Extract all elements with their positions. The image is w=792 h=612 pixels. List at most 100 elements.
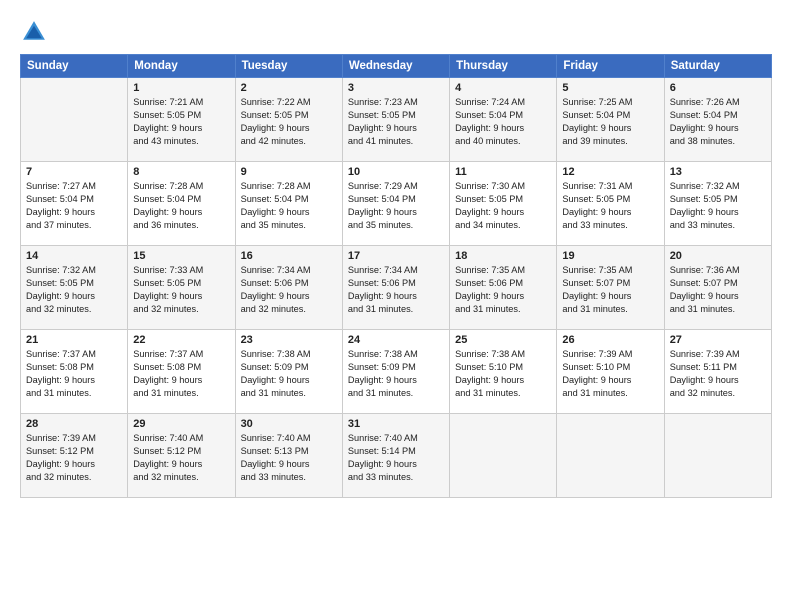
col-header-monday: Monday <box>128 55 235 78</box>
day-number: 1 <box>133 82 229 94</box>
calendar-table: SundayMondayTuesdayWednesdayThursdayFrid… <box>20 54 772 498</box>
col-header-friday: Friday <box>557 55 664 78</box>
day-number: 10 <box>348 166 444 178</box>
day-info: Sunrise: 7:34 AMSunset: 5:06 PMDaylight:… <box>241 264 337 316</box>
day-cell: 22 Sunrise: 7:37 AMSunset: 5:08 PMDayligh… <box>128 330 235 414</box>
day-number: 31 <box>348 418 444 430</box>
day-cell: 31 Sunrise: 7:40 AMSunset: 5:14 PMDayligh… <box>342 414 449 498</box>
calendar-page: SundayMondayTuesdayWednesdayThursdayFrid… <box>0 0 792 612</box>
day-cell: 6 Sunrise: 7:26 AMSunset: 5:04 PMDaylight… <box>664 78 771 162</box>
day-cell: 11 Sunrise: 7:30 AMSunset: 5:05 PMDayligh… <box>450 162 557 246</box>
day-info: Sunrise: 7:40 AMSunset: 5:12 PMDaylight:… <box>133 432 229 484</box>
day-info: Sunrise: 7:25 AMSunset: 5:04 PMDaylight:… <box>562 96 658 148</box>
day-info: Sunrise: 7:35 AMSunset: 5:07 PMDaylight:… <box>562 264 658 316</box>
day-info: Sunrise: 7:39 AMSunset: 5:11 PMDaylight:… <box>670 348 766 400</box>
header <box>20 18 772 46</box>
day-cell: 9 Sunrise: 7:28 AMSunset: 5:04 PMDaylight… <box>235 162 342 246</box>
day-cell: 4 Sunrise: 7:24 AMSunset: 5:04 PMDaylight… <box>450 78 557 162</box>
day-cell: 13Sunrise: 7:32 AMSunset: 5:05 PMDayligh… <box>664 162 771 246</box>
day-info: Sunrise: 7:37 AMSunset: 5:08 PMDaylight:… <box>133 348 229 400</box>
header-row: SundayMondayTuesdayWednesdayThursdayFrid… <box>21 55 772 78</box>
day-info: Sunrise: 7:26 AMSunset: 5:04 PMDaylight:… <box>670 96 766 148</box>
day-cell: 25 Sunrise: 7:38 AMSunset: 5:10 PMDayligh… <box>450 330 557 414</box>
day-info: Sunrise: 7:27 AMSunset: 5:04 PMDaylight:… <box>26 180 122 232</box>
day-number: 9 <box>241 166 337 178</box>
logo <box>20 18 52 46</box>
day-cell: 5 Sunrise: 7:25 AMSunset: 5:04 PMDaylight… <box>557 78 664 162</box>
day-info: Sunrise: 7:40 AMSunset: 5:14 PMDaylight:… <box>348 432 444 484</box>
col-header-tuesday: Tuesday <box>235 55 342 78</box>
day-number: 28 <box>26 418 122 430</box>
day-number: 22 <box>133 334 229 346</box>
day-cell: 30Sunrise: 7:40 AMSunset: 5:13 PMDayligh… <box>235 414 342 498</box>
day-number: 23 <box>241 334 337 346</box>
day-number: 11 <box>455 166 551 178</box>
day-cell <box>557 414 664 498</box>
day-cell <box>21 78 128 162</box>
col-header-saturday: Saturday <box>664 55 771 78</box>
day-cell: 7Sunrise: 7:27 AMSunset: 5:04 PMDaylight… <box>21 162 128 246</box>
day-cell: 19 Sunrise: 7:35 AMSunset: 5:07 PMDayligh… <box>557 246 664 330</box>
day-info: Sunrise: 7:32 AMSunset: 5:05 PMDaylight:… <box>670 180 766 232</box>
day-number: 29 <box>133 418 229 430</box>
day-info: Sunrise: 7:38 AMSunset: 5:10 PMDaylight:… <box>455 348 551 400</box>
week-row-2: 7Sunrise: 7:27 AMSunset: 5:04 PMDaylight… <box>21 162 772 246</box>
day-number: 20 <box>670 250 766 262</box>
day-number: 14 <box>26 250 122 262</box>
day-cell: 28 Sunrise: 7:39 AMSunset: 5:12 PMDayligh… <box>21 414 128 498</box>
day-number: 6 <box>670 82 766 94</box>
day-cell: 3Sunrise: 7:23 AMSunset: 5:05 PMDaylight… <box>342 78 449 162</box>
day-number: 4 <box>455 82 551 94</box>
day-cell: 29 Sunrise: 7:40 AMSunset: 5:12 PMDayligh… <box>128 414 235 498</box>
day-info: Sunrise: 7:38 AMSunset: 5:09 PMDaylight:… <box>348 348 444 400</box>
day-cell: 24Sunrise: 7:38 AMSunset: 5:09 PMDayligh… <box>342 330 449 414</box>
day-info: Sunrise: 7:31 AMSunset: 5:05 PMDaylight:… <box>562 180 658 232</box>
col-header-thursday: Thursday <box>450 55 557 78</box>
day-cell: 12 Sunrise: 7:31 AMSunset: 5:05 PMDayligh… <box>557 162 664 246</box>
day-info: Sunrise: 7:38 AMSunset: 5:09 PMDaylight:… <box>241 348 337 400</box>
day-cell: 20 Sunrise: 7:36 AMSunset: 5:07 PMDayligh… <box>664 246 771 330</box>
day-info: Sunrise: 7:34 AMSunset: 5:06 PMDaylight:… <box>348 264 444 316</box>
day-cell: 17Sunrise: 7:34 AMSunset: 5:06 PMDayligh… <box>342 246 449 330</box>
day-info: Sunrise: 7:35 AMSunset: 5:06 PMDaylight:… <box>455 264 551 316</box>
day-info: Sunrise: 7:32 AMSunset: 5:05 PMDaylight:… <box>26 264 122 316</box>
day-info: Sunrise: 7:40 AMSunset: 5:13 PMDaylight:… <box>241 432 337 484</box>
week-row-4: 21 Sunrise: 7:37 AMSunset: 5:08 PMDayligh… <box>21 330 772 414</box>
day-info: Sunrise: 7:37 AMSunset: 5:08 PMDaylight:… <box>26 348 122 400</box>
day-cell <box>450 414 557 498</box>
day-info: Sunrise: 7:30 AMSunset: 5:05 PMDaylight:… <box>455 180 551 232</box>
day-number: 25 <box>455 334 551 346</box>
day-number: 21 <box>26 334 122 346</box>
day-info: Sunrise: 7:33 AMSunset: 5:05 PMDaylight:… <box>133 264 229 316</box>
day-cell: 27 Sunrise: 7:39 AMSunset: 5:11 PMDayligh… <box>664 330 771 414</box>
day-info: Sunrise: 7:36 AMSunset: 5:07 PMDaylight:… <box>670 264 766 316</box>
day-cell: 21 Sunrise: 7:37 AMSunset: 5:08 PMDayligh… <box>21 330 128 414</box>
day-number: 5 <box>562 82 658 94</box>
week-row-1: 1Sunrise: 7:21 AMSunset: 5:05 PMDaylight… <box>21 78 772 162</box>
day-info: Sunrise: 7:29 AMSunset: 5:04 PMDaylight:… <box>348 180 444 232</box>
day-number: 12 <box>562 166 658 178</box>
day-number: 27 <box>670 334 766 346</box>
day-cell: 10 Sunrise: 7:29 AMSunset: 5:04 PMDayligh… <box>342 162 449 246</box>
week-row-5: 28 Sunrise: 7:39 AMSunset: 5:12 PMDayligh… <box>21 414 772 498</box>
day-info: Sunrise: 7:22 AMSunset: 5:05 PMDaylight:… <box>241 96 337 148</box>
day-cell: 26Sunrise: 7:39 AMSunset: 5:10 PMDayligh… <box>557 330 664 414</box>
day-cell: 1Sunrise: 7:21 AMSunset: 5:05 PMDaylight… <box>128 78 235 162</box>
day-info: Sunrise: 7:24 AMSunset: 5:04 PMDaylight:… <box>455 96 551 148</box>
day-number: 8 <box>133 166 229 178</box>
day-number: 18 <box>455 250 551 262</box>
day-number: 15 <box>133 250 229 262</box>
day-info: Sunrise: 7:28 AMSunset: 5:04 PMDaylight:… <box>241 180 337 232</box>
week-row-3: 14 Sunrise: 7:32 AMSunset: 5:05 PMDayligh… <box>21 246 772 330</box>
day-cell: 8 Sunrise: 7:28 AMSunset: 5:04 PMDaylight… <box>128 162 235 246</box>
day-number: 16 <box>241 250 337 262</box>
day-cell: 23 Sunrise: 7:38 AMSunset: 5:09 PMDayligh… <box>235 330 342 414</box>
day-cell <box>664 414 771 498</box>
day-info: Sunrise: 7:28 AMSunset: 5:04 PMDaylight:… <box>133 180 229 232</box>
day-number: 19 <box>562 250 658 262</box>
day-cell: 14 Sunrise: 7:32 AMSunset: 5:05 PMDayligh… <box>21 246 128 330</box>
day-cell: 15 Sunrise: 7:33 AMSunset: 5:05 PMDayligh… <box>128 246 235 330</box>
day-cell: 18 Sunrise: 7:35 AMSunset: 5:06 PMDayligh… <box>450 246 557 330</box>
day-info: Sunrise: 7:23 AMSunset: 5:05 PMDaylight:… <box>348 96 444 148</box>
day-info: Sunrise: 7:39 AMSunset: 5:12 PMDaylight:… <box>26 432 122 484</box>
